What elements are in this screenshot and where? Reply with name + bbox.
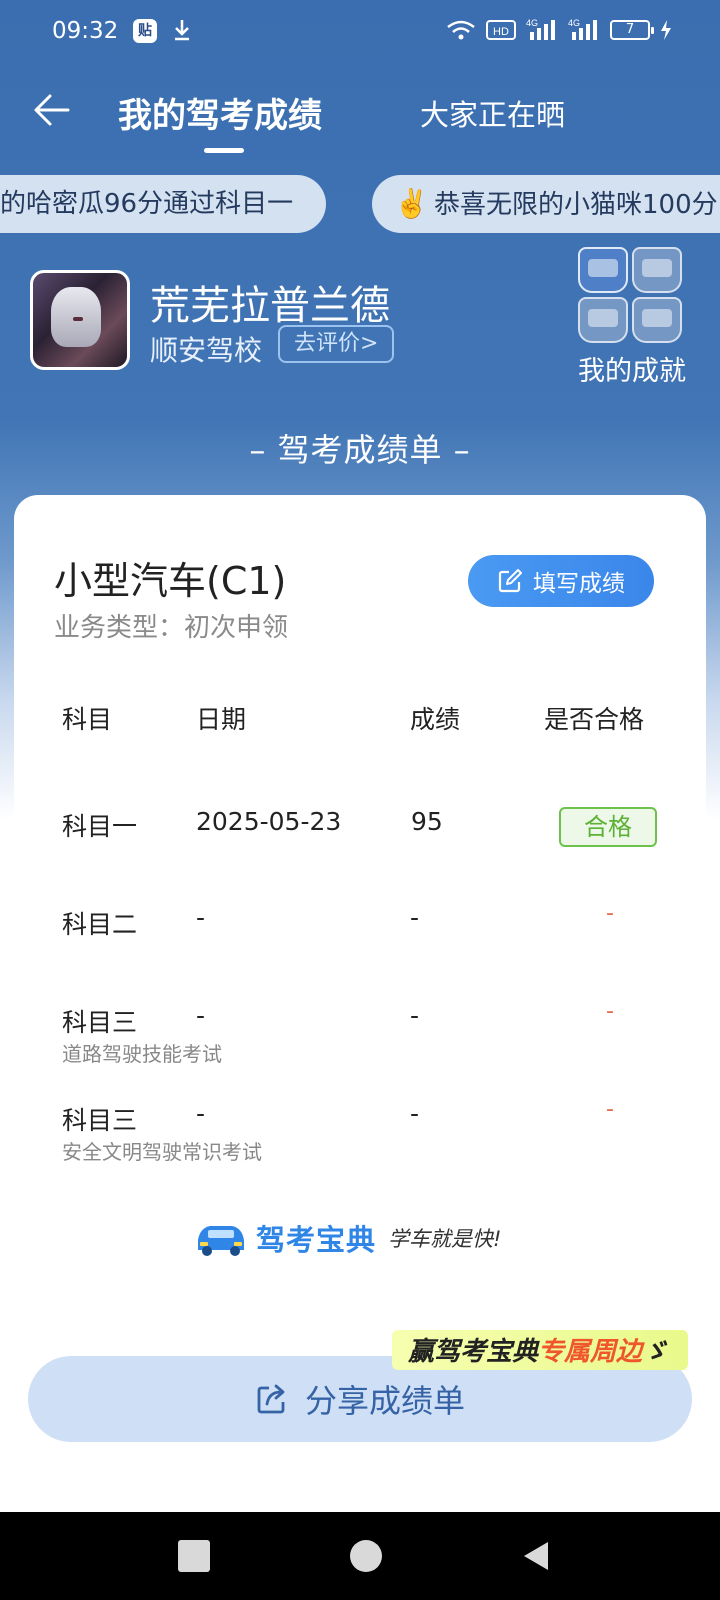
business-type: 业务类型：初次申领 — [54, 613, 289, 643]
promo-suffix: ゞ — [642, 1336, 669, 1367]
share-icon — [257, 1384, 285, 1414]
score-sheet-title: – 驾考成绩单 – — [249, 431, 471, 469]
edit-icon — [498, 569, 522, 593]
row-score: 95 — [411, 807, 443, 836]
rate-school-button[interactable]: 去评价> — [278, 325, 395, 363]
victory-hand-icon: ✌️ — [394, 187, 429, 220]
active-tab-indicator — [204, 148, 244, 153]
row-score: - — [410, 903, 420, 932]
row-date: - — [196, 1001, 206, 1030]
badge-icon — [578, 297, 628, 343]
download-icon — [175, 20, 189, 41]
status-icons: HD 4G 4G 7 — [446, 18, 672, 42]
top-nav: 我的驾考成绩 大家正在晒 — [0, 70, 720, 160]
row-date: 2025-05-23 — [196, 807, 342, 836]
avatar[interactable] — [30, 270, 130, 370]
app-notification-icon: 贴 — [133, 19, 157, 43]
user-profile: 荒芜拉普兰德 顺安驾校 去评价> 我的成就 — [0, 247, 720, 405]
promo-banner[interactable]: 赢驾考宝典 专属周边ゞ — [378, 1326, 698, 1372]
avatar-eye — [73, 317, 83, 321]
fill-score-label: 填写成绩 — [533, 571, 625, 597]
ticker-text: 的哈密瓜96分通过科目一 — [0, 189, 294, 219]
car-logo-icon — [198, 1226, 244, 1256]
signal-icon-2: 4G — [568, 18, 597, 40]
fill-score-button[interactable]: 填写成绩 — [468, 555, 654, 607]
hd-icon: HD — [486, 20, 516, 40]
svg-text:4G: 4G — [526, 18, 538, 28]
column-header-score: 成绩 — [410, 705, 461, 734]
battery-icon: 7 — [610, 20, 654, 40]
tab-my-scores[interactable]: 我的驾考成绩 — [118, 88, 322, 137]
license-class: 小型汽车(C1) — [54, 559, 287, 603]
signal-icon-1: 4G — [526, 18, 555, 40]
badge-icon — [632, 247, 682, 293]
row-subject: 科目三 — [62, 1008, 138, 1037]
system-nav-bar — [0, 1512, 720, 1600]
row-score: - — [410, 1001, 420, 1030]
svg-text:4G: 4G — [568, 18, 580, 28]
recents-square-icon[interactable] — [178, 1540, 210, 1572]
promo-highlight-text: 专属周边 — [537, 1336, 642, 1367]
row-note: 安全文明驾驶常识考试 — [62, 1140, 262, 1164]
row-result: - — [606, 1097, 614, 1122]
pass-badge: 合格 — [559, 807, 657, 847]
row-result: - — [606, 999, 614, 1024]
status-bar: 09:32 贴 HD 4G 4G 7 — [0, 0, 720, 64]
ticker-item[interactable]: ✌️ 恭喜无限的小猫咪100分 — [372, 175, 720, 233]
promo-text: 赢驾考宝典 — [407, 1336, 538, 1367]
row-result: - — [606, 901, 614, 926]
row-note: 道路驾驶技能考试 — [62, 1042, 222, 1066]
badge-icon — [632, 297, 682, 343]
column-header-pass: 是否合格 — [544, 705, 645, 734]
score-card: 小型汽车(C1) 业务类型：初次申领 填写成绩 科目 日期 成绩 是否合格 科目… — [14, 495, 706, 1315]
row-date: - — [196, 903, 206, 932]
driving-school: 顺安驾校 — [150, 334, 263, 367]
congrats-ticker: 的哈密瓜96分通过科目一 ✌️ 恭喜无限的小猫咪100分 — [0, 175, 720, 235]
row-date: - — [196, 1099, 206, 1128]
home-circle-icon[interactable] — [350, 1540, 382, 1572]
brand-slogan: 学车就是快! — [388, 1227, 502, 1251]
charging-icon — [661, 20, 671, 40]
back-arrow-icon[interactable] — [32, 90, 72, 130]
row-subject: 科目二 — [62, 910, 138, 939]
ticker-text: 恭喜无限的小猫咪100分 — [434, 190, 718, 220]
status-time: 09:32 — [52, 18, 119, 44]
back-triangle-icon[interactable] — [520, 1540, 552, 1572]
row-subject: 科目一 — [62, 812, 138, 841]
tab-everyone-sharing[interactable]: 大家正在晒 — [420, 92, 565, 134]
brand-footer: 驾考宝典 学车就是快! — [192, 1213, 532, 1263]
ticker-item[interactable]: 的哈密瓜96分通过科目一 — [0, 175, 326, 233]
share-label: 分享成绩单 — [304, 1382, 465, 1420]
badge-icon — [578, 247, 628, 293]
my-achievements-link[interactable]: 我的成就 — [578, 349, 686, 388]
user-name: 荒芜拉普兰德 — [150, 283, 390, 329]
row-score: - — [410, 1099, 420, 1128]
column-header-date: 日期 — [196, 705, 247, 734]
brand-name: 驾考宝典 — [256, 1223, 377, 1257]
svg-text:HD: HD — [493, 26, 509, 38]
row-subject: 科目三 — [62, 1106, 138, 1135]
wifi-icon — [447, 20, 475, 40]
achievement-badges[interactable] — [578, 247, 688, 357]
column-header-subject: 科目 — [62, 705, 113, 734]
